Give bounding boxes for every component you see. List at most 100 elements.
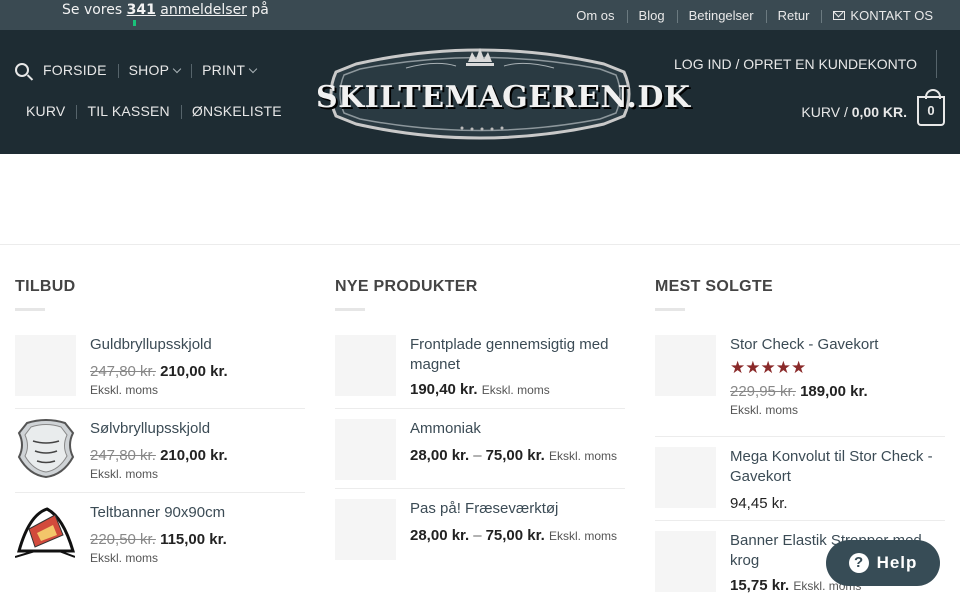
product-price: 247,80 kr. 210,00 kr.: [90, 445, 305, 467]
product-thumbnail[interactable]: [15, 335, 76, 396]
product-thumbnail[interactable]: [655, 447, 716, 508]
sale-price: 189,00 kr.: [800, 383, 868, 400]
chevron-down-icon: [248, 64, 258, 74]
review-prefix: Se vores: [62, 2, 123, 18]
product-name[interactable]: Stor Check - Gavekort: [730, 335, 945, 355]
old-price: 229,95 kr.: [730, 383, 796, 400]
product-name[interactable]: Frontplade gennemsigtig med magnet: [410, 335, 625, 375]
trustpilot-mark-icon: [133, 20, 136, 26]
contact-label: KONTAKT OS: [850, 7, 933, 23]
help-button[interactable]: ? Help: [826, 540, 940, 586]
chevron-down-icon: [172, 64, 182, 74]
help-label: Help: [876, 553, 918, 572]
tent-icon: [15, 507, 75, 558]
review-link[interactable]: anmeldelser: [160, 2, 247, 18]
product-item[interactable]: Stor Check - Gavekort ★★★★★ 229,95 kr. 1…: [655, 335, 945, 437]
logo-text: SKILTEMAGEREN.DK: [316, 80, 691, 115]
nav-print[interactable]: PRINT: [191, 62, 267, 78]
product-item[interactable]: Ammoniak 28,00 kr. –75,00 kr. Ekskl. moms: [335, 409, 625, 489]
product-name[interactable]: Mega Konvolut til Stor Check - Gavekort: [730, 447, 945, 487]
product-price: 190,40 kr. Ekskl. moms: [410, 379, 625, 401]
topnav-kontakt[interactable]: KONTAKT OS: [821, 8, 945, 23]
product-item[interactable]: Frontplade gennemsigtig med magnet 190,4…: [335, 335, 625, 409]
column-tilbud: TILBUD Guldbryllupsskjold 247,80 kr. 210…: [15, 278, 305, 577]
product-name[interactable]: Ammoniak: [410, 419, 625, 439]
nav-kurv[interactable]: KURV: [15, 103, 76, 119]
review-count[interactable]: 341: [127, 2, 156, 18]
sale-price: 210,00 kr.: [160, 447, 228, 464]
envelope-icon: [833, 10, 846, 20]
product-thumbnail[interactable]: [335, 499, 396, 560]
sale-price: 115,00 kr.: [160, 531, 227, 548]
product-item[interactable]: Pas på! Fræseværktøj 28,00 kr. –75,00 kr.…: [335, 489, 625, 569]
main-nav: FORSIDE SHOP PRINT: [0, 62, 267, 78]
nav-shop[interactable]: SHOP: [117, 62, 191, 78]
product-item[interactable]: Mega Konvolut til Stor Check - Gavekort …: [655, 437, 945, 521]
vat-note: Ekskl. moms: [90, 467, 159, 481]
header-divider: [936, 50, 937, 78]
price-to: 75,00 kr.: [485, 447, 545, 464]
top-bar: Se vores 341 anmeldelser på Om os Blog B…: [0, 0, 960, 30]
product-name[interactable]: Teltbanner 90x90cm: [90, 503, 305, 523]
cart-bag-icon[interactable]: 0: [917, 89, 945, 126]
column-title: NYE PRODUKTER: [335, 278, 478, 295]
product-name[interactable]: Pas på! Fræseværktøj: [410, 499, 625, 519]
topnav-betingelser[interactable]: Betingelser: [676, 8, 766, 23]
top-nav: Om os Blog Betingelser Retur KONTAKT OS: [564, 0, 945, 30]
product-thumbnail[interactable]: [335, 335, 396, 396]
price: 190,40 kr.: [410, 381, 478, 398]
section-divider: [0, 244, 960, 245]
vat-note: Ekskl. moms: [730, 403, 799, 417]
vat-note: Ekskl. moms: [90, 383, 159, 397]
product-thumbnail[interactable]: [655, 335, 716, 396]
product-name[interactable]: Guldbryllupsskjold: [90, 335, 305, 355]
product-price: 28,00 kr. –75,00 kr. Ekskl. moms: [410, 447, 617, 464]
product-thumbnail[interactable]: [15, 503, 76, 564]
product-item[interactable]: Guldbryllupsskjold 247,80 kr. 210,00 kr.…: [15, 335, 305, 409]
product-price: 94,45 kr.: [730, 495, 788, 512]
old-price: 247,80 kr.: [90, 363, 156, 380]
nav-til-kassen[interactable]: TIL KASSEN: [76, 103, 180, 119]
column-title: TILBUD: [15, 278, 76, 295]
price-from: 28,00 kr.: [410, 447, 470, 464]
nav-print-label: PRINT: [202, 62, 246, 78]
shield-icon: [17, 419, 75, 479]
old-price: 247,80 kr.: [90, 447, 156, 464]
star-rating-icon: ★★★★★: [730, 358, 807, 377]
product-thumbnail[interactable]: [335, 419, 396, 480]
cart-link[interactable]: KURV / 0,00 KR.: [801, 104, 907, 120]
cart-label: KURV /: [801, 104, 848, 120]
title-underline: [15, 308, 45, 311]
vat-note: Ekskl. moms: [481, 383, 550, 397]
title-underline: [335, 308, 365, 311]
product-price: 28,00 kr. –75,00 kr. Ekskl. moms: [410, 527, 617, 544]
topnav-blog[interactable]: Blog: [626, 8, 677, 23]
review-banner[interactable]: Se vores 341 anmeldelser på: [62, 2, 269, 26]
question-icon: ?: [848, 553, 869, 573]
title-underline: [655, 308, 685, 311]
price-to: 75,00 kr.: [485, 527, 545, 544]
product-thumbnail[interactable]: [15, 419, 76, 480]
topnav-om-os[interactable]: Om os: [564, 8, 626, 23]
product-thumbnail[interactable]: [655, 531, 716, 592]
vat-note: Ekskl. moms: [548, 529, 617, 543]
product-name[interactable]: Sølvbryllupsskjold: [90, 419, 305, 439]
nav-shop-label: SHOP: [128, 62, 170, 78]
old-price: 220,50 kr.: [90, 531, 156, 548]
column-nye-produkter: NYE PRODUKTER Frontplade gennemsigtig me…: [335, 278, 625, 569]
product-price: 229,95 kr. 189,00 kr.: [730, 381, 945, 403]
topnav-retur[interactable]: Retur: [765, 8, 822, 23]
cart-total: 0,00 KR.: [851, 104, 907, 120]
sub-nav: KURV TIL KASSEN ØNSKELISTE: [15, 103, 293, 119]
nav-onskeliste[interactable]: ØNSKELISTE: [180, 103, 293, 119]
search-icon[interactable]: [15, 63, 29, 77]
review-suffix: på: [251, 2, 269, 18]
price: 15,75 kr.: [730, 577, 790, 594]
login-link[interactable]: LOG IND / OPRET EN KUNDEKONTO: [674, 56, 917, 72]
nav-forside[interactable]: FORSIDE: [32, 62, 118, 78]
product-item[interactable]: Sølvbryllupsskjold 247,80 kr. 210,00 kr.…: [15, 409, 305, 493]
vat-note: Ekskl. moms: [548, 449, 617, 463]
site-logo[interactable]: SKILTEMAGEREN.DK: [316, 42, 691, 146]
product-price: 247,80 kr. 210,00 kr.: [90, 361, 305, 383]
product-item[interactable]: Teltbanner 90x90cm 220,50 kr. 115,00 kr.…: [15, 493, 305, 577]
